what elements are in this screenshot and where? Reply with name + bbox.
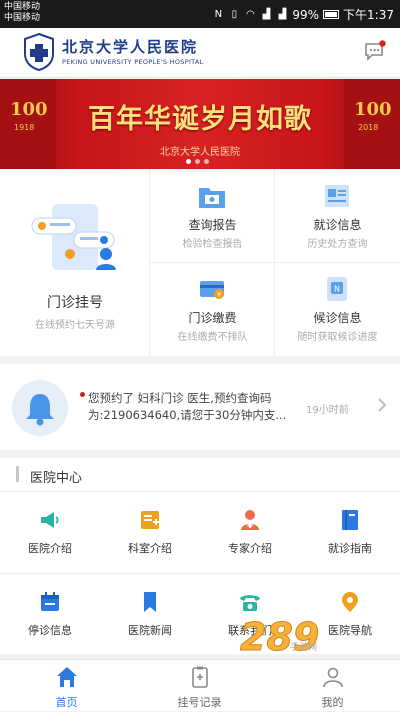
outpatient-registration-button[interactable]: 门诊挂号 在线预约七天号源 <box>0 170 150 356</box>
location-pin-icon <box>342 592 358 612</box>
bottom-tab-bar: 首页 挂号记录 我的 <box>0 659 400 711</box>
phone-doctor-illustration-icon <box>31 204 116 270</box>
suspension-info-label: 停诊信息 <box>28 624 72 637</box>
tab-mine[interactable]: 我的 <box>266 660 399 712</box>
battery-icon <box>323 10 340 19</box>
tab-home-label: 首页 <box>55 696 78 709</box>
vibrate-icon: ▯ <box>231 8 238 20</box>
hospital-intro-button[interactable]: 医院介绍 <box>0 494 100 574</box>
payment-title: 门诊缴费 <box>188 311 237 325</box>
banner-right-badge: 100 2018 <box>344 79 400 169</box>
banner-left-100: 100 <box>10 99 48 120</box>
visit-info-button[interactable]: 就诊信息 历史处方查询 <box>275 170 400 263</box>
query-report-title: 查询报告 <box>188 218 237 232</box>
expert-intro-button[interactable]: 专家介绍 <box>200 494 300 574</box>
chat-bubble-icon[interactable] <box>364 40 386 62</box>
visit-record-icon <box>325 185 349 207</box>
hospital-intro-label: 医院介绍 <box>28 542 72 555</box>
payment-subtitle: 在线缴费不排队 <box>177 332 248 343</box>
app-header: 北京大学人民医院 PEKING UNIVERSITY PEOPLE'S HOSP… <box>0 28 400 78</box>
megaphone-icon <box>41 512 59 528</box>
tab-home[interactable]: 首页 <box>0 660 133 712</box>
visit-guide-label: 就诊指南 <box>328 542 372 555</box>
telephone-icon <box>240 595 260 611</box>
banner-right-year: 2018 <box>358 123 379 132</box>
section-header: 医院中心 <box>0 458 400 492</box>
visit-info-title: 就诊信息 <box>313 218 362 232</box>
banner-title: 百年华诞岁月如歌 <box>88 104 312 135</box>
visit-info-subtitle: 历史处方查询 <box>307 239 368 250</box>
section-title: 医院中心 <box>30 471 83 486</box>
unread-dot <box>80 392 85 397</box>
registration-subtitle: 在线预约七天号源 <box>35 320 115 331</box>
status-bar: 中国移动 中国移动 N ▯ ◠ ▟ ▟ 99% 下午1:37 <box>0 0 400 28</box>
status-icons: N ▯ ◠ ▟ ▟ 99% 下午1:37 <box>212 6 394 23</box>
queue-info-button[interactable]: N 候诊信息 随时获取候诊进度 <box>275 263 400 356</box>
banner-subtitle: 北京大学人民医院 <box>160 147 240 158</box>
hospital-name-cn: 北京大学人民医院 <box>62 38 199 56</box>
pager-dot[interactable] <box>186 159 191 164</box>
doctor-icon <box>241 510 259 530</box>
watermark-text: 手游网 <box>290 643 318 653</box>
home-icon <box>57 667 77 687</box>
clipboard-icon <box>192 666 208 688</box>
banner-left-year: 1918 <box>14 123 35 132</box>
queue-info-subtitle: 随时获取候诊进度 <box>297 332 378 343</box>
payment-card-icon: ¥ <box>200 281 224 299</box>
carrier-1: 中国移动 <box>4 2 41 12</box>
outpatient-payment-button[interactable]: ¥ 门诊缴费 在线缴费不排队 <box>150 263 275 356</box>
clock: 下午1:37 <box>343 8 394 22</box>
svg-text:¥: ¥ <box>217 292 221 299</box>
wifi-icon: ◠ <box>246 8 255 20</box>
report-folder-icon <box>199 188 225 208</box>
calendar-icon <box>41 592 59 611</box>
chevron-right-icon[interactable] <box>376 397 388 413</box>
signal-icon: ▟ <box>262 8 271 20</box>
hospital-news-button[interactable]: 医院新闻 <box>100 576 200 656</box>
hospital-name-en: PEKING UNIVERSITY PEOPLE'S HOSPITAL <box>62 58 204 66</box>
svg-text:N: N <box>334 285 340 294</box>
appointment-notice[interactable]: 您预约了 妇科门诊 医生,预约查询码为:2190634640,请您于30分钟内支… <box>0 364 400 450</box>
user-icon <box>323 667 343 688</box>
battery-percent: 99% <box>292 7 320 22</box>
section-bar <box>16 466 19 482</box>
bookmark-icon <box>144 592 156 612</box>
expert-intro-label: 专家介绍 <box>228 542 272 555</box>
banner-left-badge: 100 1918 <box>0 79 56 169</box>
department-intro-label: 科室介绍 <box>128 542 172 555</box>
nfc-icon: N <box>214 8 223 20</box>
carrier-info: 中国移动 中国移动 <box>4 2 40 24</box>
hospital-news-label: 医院新闻 <box>128 624 172 637</box>
grid-divider <box>0 573 400 574</box>
query-report-subtitle: 检验检查报告 <box>182 239 243 250</box>
pager-dot[interactable] <box>195 159 200 164</box>
banner-right-100: 100 <box>354 99 392 120</box>
tab-mine-label: 我的 <box>321 696 344 709</box>
queue-info-icon: N <box>327 277 347 301</box>
notice-text: 您预约了 妇科门诊 医生,预约查询码为:2190634640,请您于30分钟内支… <box>88 391 287 422</box>
query-report-button[interactable]: 查询报告 检验检查报告 <box>150 170 275 263</box>
pager-dot[interactable] <box>204 159 209 164</box>
queue-info-title: 候诊信息 <box>313 311 362 325</box>
tab-registration-records[interactable]: 挂号记录 <box>133 660 266 712</box>
tab-records-label: 挂号记录 <box>177 696 222 709</box>
department-icon <box>141 511 159 529</box>
visit-guide-button[interactable]: 就诊指南 <box>300 494 400 574</box>
bell-icon <box>12 380 68 436</box>
banner-pager[interactable] <box>186 159 209 164</box>
guide-book-icon <box>342 510 358 530</box>
suspension-info-button[interactable]: 停诊信息 <box>0 576 100 656</box>
carrier-2: 中国移动 <box>4 13 41 23</box>
notice-time: 19小时前 <box>306 405 349 416</box>
hospital-logo-icon <box>24 32 54 72</box>
signal-2-icon: ▟ <box>278 8 287 20</box>
registration-title: 门诊挂号 <box>47 295 103 311</box>
services-panel: 门诊挂号 在线预约七天号源 查询报告 检验检查报告 就诊信息 历史处方查询 ¥ … <box>0 170 400 356</box>
department-intro-button[interactable]: 科室介绍 <box>100 494 200 574</box>
promo-banner[interactable]: 100 1918 百年华诞岁月如歌 北京大学人民医院 100 2018 <box>0 79 400 169</box>
